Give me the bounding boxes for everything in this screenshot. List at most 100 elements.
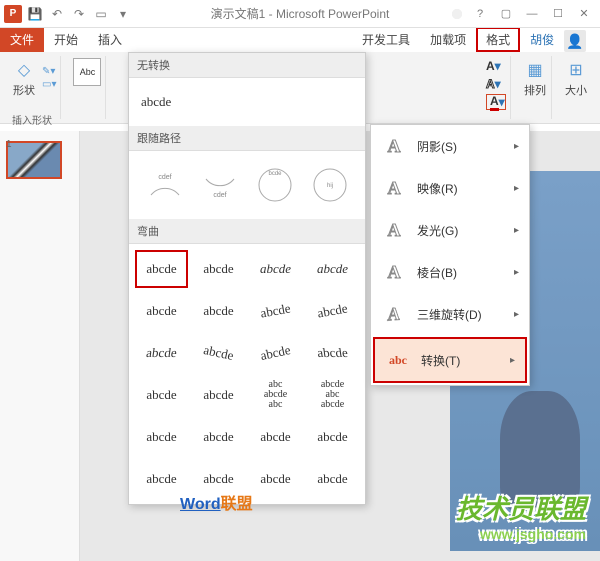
curve-option-18[interactable]: abcde <box>192 418 245 456</box>
edit-shape-icon[interactable]: ✎▾ <box>42 66 56 77</box>
effect-reflection-label: 映像(R) <box>417 180 458 197</box>
svg-text:bcde: bcde <box>268 171 282 177</box>
text-outline-icon[interactable]: A▾ <box>486 76 506 92</box>
chevron-right-icon: ▸ <box>514 267 519 278</box>
slide-thumbnail-panel: 1 <box>0 131 80 561</box>
tab-file[interactable]: 文件 <box>0 27 44 52</box>
chevron-right-icon: ▸ <box>514 183 519 194</box>
minimize-icon[interactable]: — <box>520 4 544 24</box>
maximize-icon[interactable]: ☐ <box>546 4 570 24</box>
svg-text:cdef: cdef <box>158 174 171 181</box>
text-fill-icon[interactable]: A▾ <box>486 58 506 74</box>
rotation3d-icon: A <box>380 299 405 330</box>
chevron-right-icon: ▸ <box>510 355 515 366</box>
textbox-icon[interactable]: ▭▾ <box>42 79 56 90</box>
effect-shadow[interactable]: A 阴影(S) ▸ <box>371 125 529 167</box>
curve-option-17[interactable]: abcde <box>135 418 188 456</box>
path-button[interactable]: hij <box>308 163 352 207</box>
curve-option-23[interactable]: abcde <box>249 460 302 498</box>
curve-option-8[interactable]: abcde <box>303 288 362 335</box>
save-icon[interactable]: 💾 <box>26 5 44 23</box>
tab-format[interactable]: 格式 <box>476 27 520 52</box>
path-circle[interactable]: bcde <box>253 163 297 207</box>
curve-option-2[interactable]: abcde <box>192 250 245 288</box>
svg-text:hij: hij <box>326 183 332 189</box>
arrange-icon: ▦ <box>523 58 547 82</box>
follow-path-header: 跟随路径 <box>129 126 365 151</box>
slide-thumbnail-1[interactable] <box>6 141 62 179</box>
size-button[interactable]: ⊞ 大小 <box>564 58 588 98</box>
shapes-label: 形状 <box>13 82 35 98</box>
user-name-label[interactable]: 胡俊 <box>520 27 564 52</box>
shape-style-preview[interactable]: Abc <box>73 58 101 86</box>
curve-option-11[interactable]: abcde <box>246 329 306 377</box>
help-icon[interactable]: ? <box>468 4 492 24</box>
curve-option-4[interactable]: abcde <box>306 250 359 288</box>
user-avatar[interactable]: 👤 <box>564 30 586 52</box>
chevron-right-icon: ▸ <box>514 141 519 152</box>
powerpoint-icon: P <box>4 5 22 23</box>
tab-home[interactable]: 开始 <box>44 27 88 52</box>
curve-option-13[interactable]: abcde <box>135 376 188 414</box>
reflection-icon: A <box>381 175 407 201</box>
curve-grid: abcde abcde abcde abcde abcde abcde abcd… <box>129 244 365 504</box>
big-watermark-url: www.jsgho.com <box>456 526 586 542</box>
chevron-right-icon: ▸ <box>514 225 519 236</box>
curve-option-5[interactable]: abcde <box>135 292 188 330</box>
tab-dev[interactable]: 开发工具 <box>352 27 420 52</box>
qat-more-icon[interactable]: ▾ <box>114 5 132 23</box>
tab-addins[interactable]: 加载项 <box>420 27 476 52</box>
curve-option-16[interactable]: abcdeabcabcde <box>306 376 359 414</box>
effect-3d-label: 三维旋转(D) <box>417 306 482 323</box>
chevron-right-icon: ▸ <box>514 309 519 320</box>
tab-insert[interactable]: 插入 <box>88 27 132 52</box>
effect-shadow-label: 阴影(S) <box>417 138 457 155</box>
effect-bevel[interactable]: A 棱台(B) ▸ <box>371 251 529 293</box>
transform-icon: abc <box>385 347 411 373</box>
title-bar: P 💾 ↶ ↷ ▭ ▾ 演示文稿1 - Microsoft PowerPoint… <box>0 0 600 28</box>
path-arch-up[interactable]: cdef <box>143 163 187 207</box>
quick-access-toolbar: P 💾 ↶ ↷ ▭ ▾ <box>0 5 132 23</box>
shapes-button[interactable]: ◇ 形状 <box>12 58 36 98</box>
shapes-icon: ◇ <box>12 58 36 82</box>
undo-icon[interactable]: ↶ <box>48 5 66 23</box>
path-arch-down[interactable]: cdef <box>198 163 242 207</box>
curve-option-20[interactable]: abcde <box>306 418 359 456</box>
redo-icon[interactable]: ↷ <box>70 5 88 23</box>
small-watermark: Word联盟 <box>180 490 253 514</box>
no-transform-option[interactable]: abcde <box>129 78 365 126</box>
text-transform-gallery: 无转换 abcde 跟随路径 cdef cdef bcde hij 弯曲 abc… <box>128 52 366 505</box>
ribbon-collapse-icon[interactable]: ▢ <box>494 4 518 24</box>
curve-option-6[interactable]: abcde <box>192 292 245 330</box>
effect-transform[interactable]: abc 转换(T) ▸ <box>373 337 527 383</box>
window-controls: ? ▢ — ☐ ✕ <box>448 4 600 24</box>
start-slideshow-icon[interactable]: ▭ <box>92 5 110 23</box>
curve-option-1[interactable]: abcde <box>135 250 188 288</box>
slide-number: 1 <box>6 139 12 150</box>
follow-path-row: cdef cdef bcde hij <box>129 151 365 219</box>
effect-reflection[interactable]: A 映像(R) ▸ <box>371 167 529 209</box>
curve-option-24[interactable]: abcde <box>306 460 359 498</box>
curve-option-9[interactable]: abcde <box>132 334 190 372</box>
curve-option-14[interactable]: abcde <box>192 376 245 414</box>
big-watermark-text: 技术员联盟 <box>456 494 586 524</box>
curve-option-15[interactable]: abcabcdeabc <box>249 376 302 414</box>
effect-glow-label: 发光(G) <box>417 222 458 239</box>
close-icon[interactable]: ✕ <box>572 4 596 24</box>
curve-option-3[interactable]: abcde <box>249 250 302 288</box>
arrange-label: 排列 <box>524 82 546 98</box>
svg-text:cdef: cdef <box>213 192 226 199</box>
arrange-button[interactable]: ▦ 排列 <box>523 58 547 98</box>
shadow-icon: A <box>381 133 407 159</box>
watermark-word: Word <box>180 496 221 513</box>
size-label: 大小 <box>565 82 587 98</box>
effect-glow[interactable]: A 发光(G) ▸ <box>371 209 529 251</box>
size-icon: ⊞ <box>564 58 588 82</box>
curve-option-19[interactable]: abcde <box>249 418 302 456</box>
no-transform-header: 无转换 <box>129 53 365 78</box>
curve-option-12[interactable]: abcde <box>303 334 361 372</box>
curve-option-7[interactable]: abcde <box>246 288 305 335</box>
curve-option-10[interactable]: abcde <box>189 329 249 377</box>
decorative-icon <box>448 5 466 23</box>
effect-3d-rotation[interactable]: A 三维旋转(D) ▸ <box>371 293 529 335</box>
